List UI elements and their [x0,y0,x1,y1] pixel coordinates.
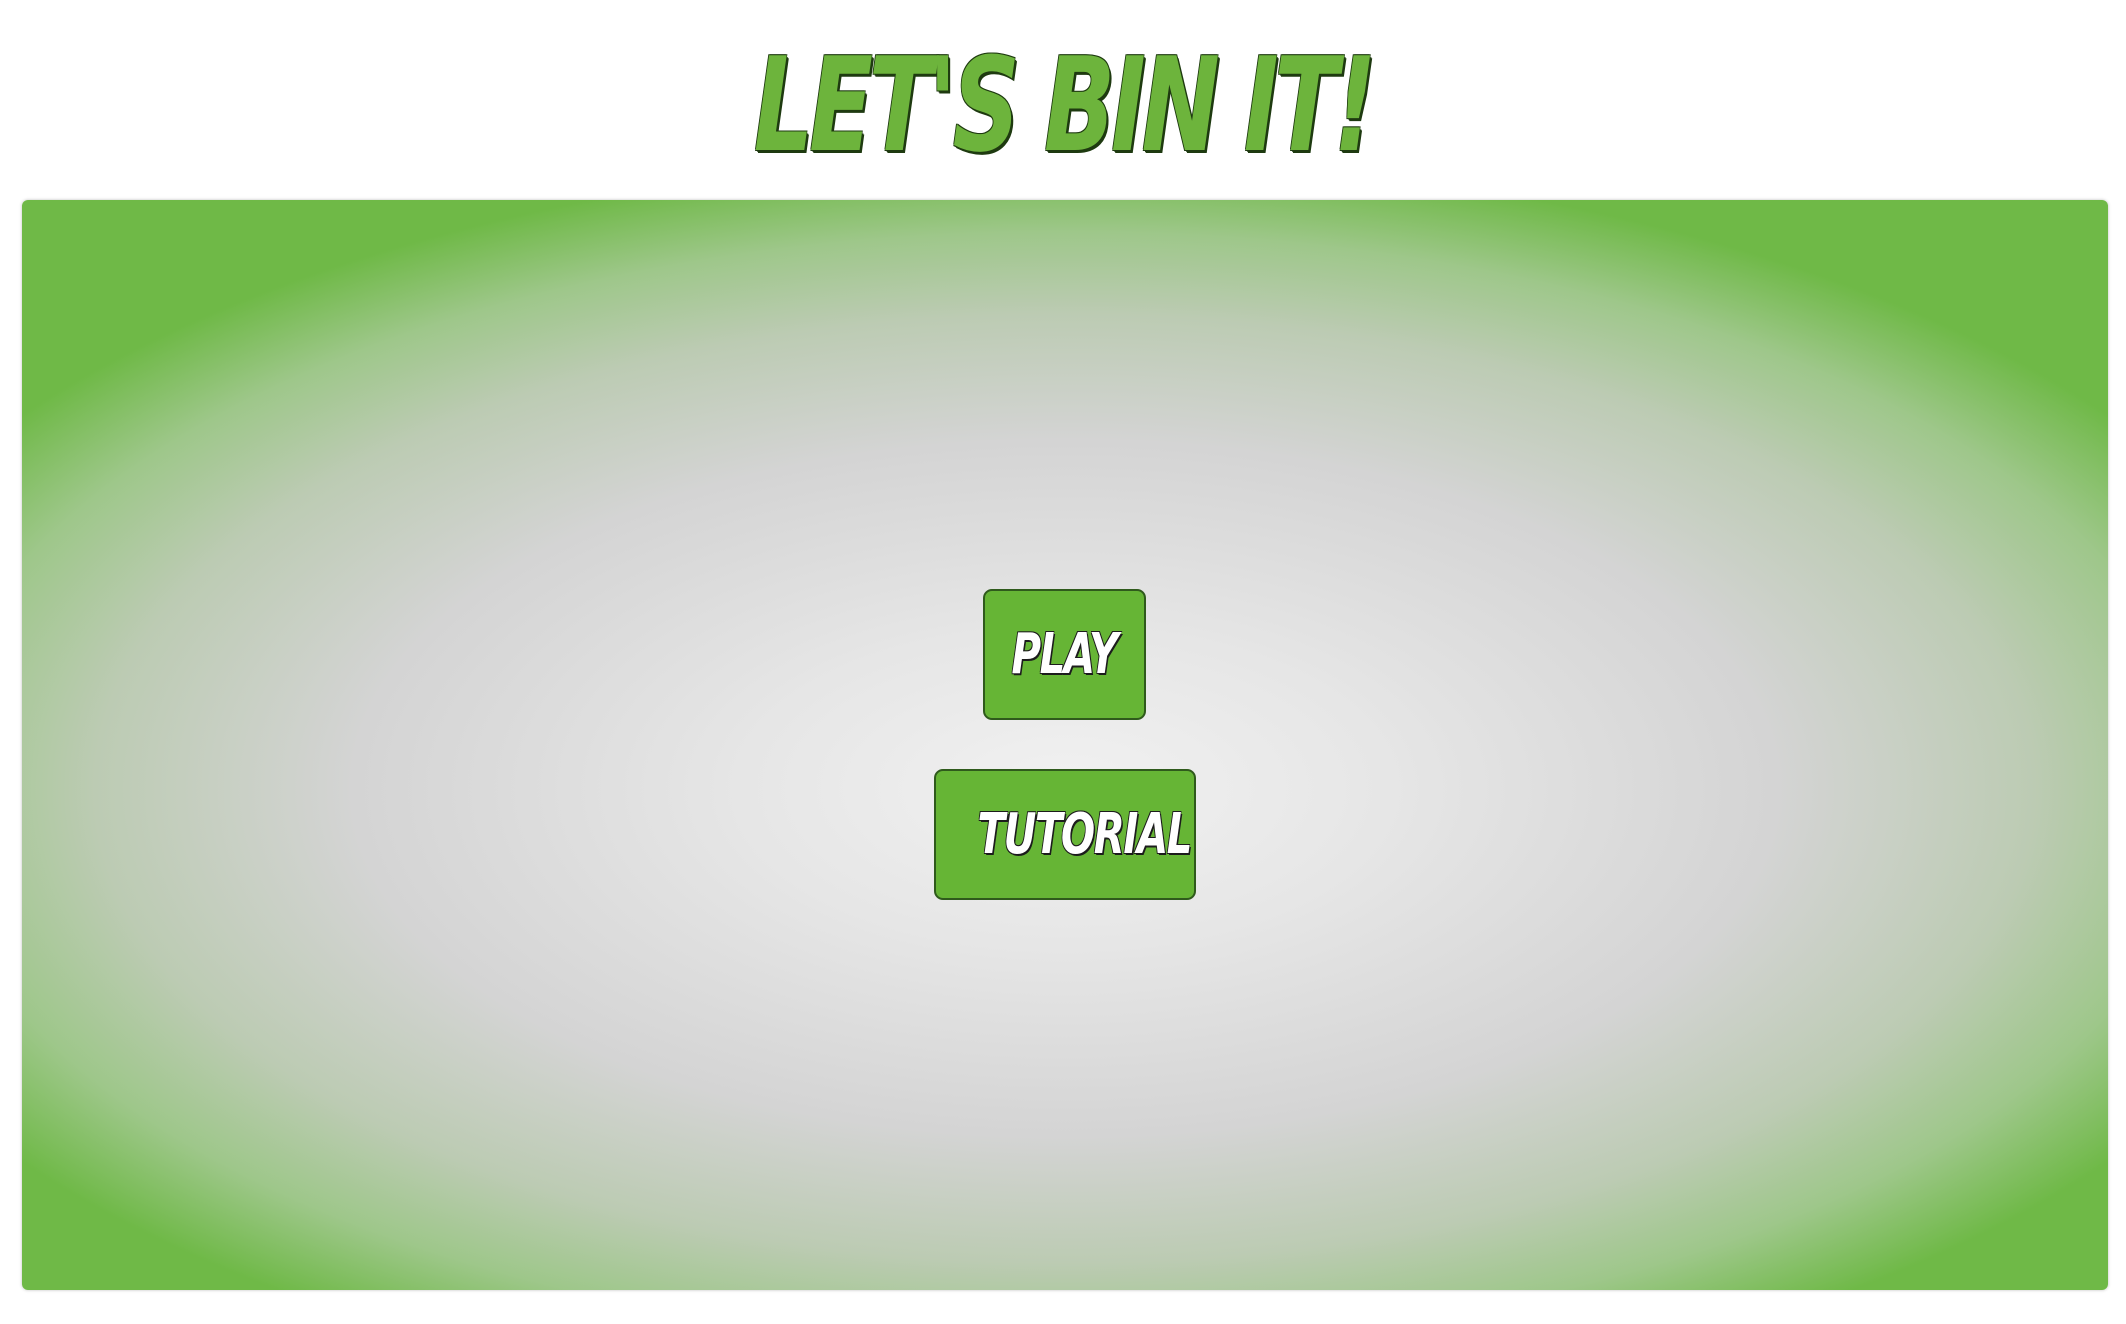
tutorial-button-label: TUTORIAL [977,802,1193,867]
play-button[interactable]: PLAY [983,589,1146,720]
game-title: LET'S BIN IT! [753,29,1377,181]
play-button-label: PLAY [1011,622,1119,687]
tutorial-button[interactable]: TUTORIAL [934,769,1196,900]
game-stage [22,200,2108,1290]
